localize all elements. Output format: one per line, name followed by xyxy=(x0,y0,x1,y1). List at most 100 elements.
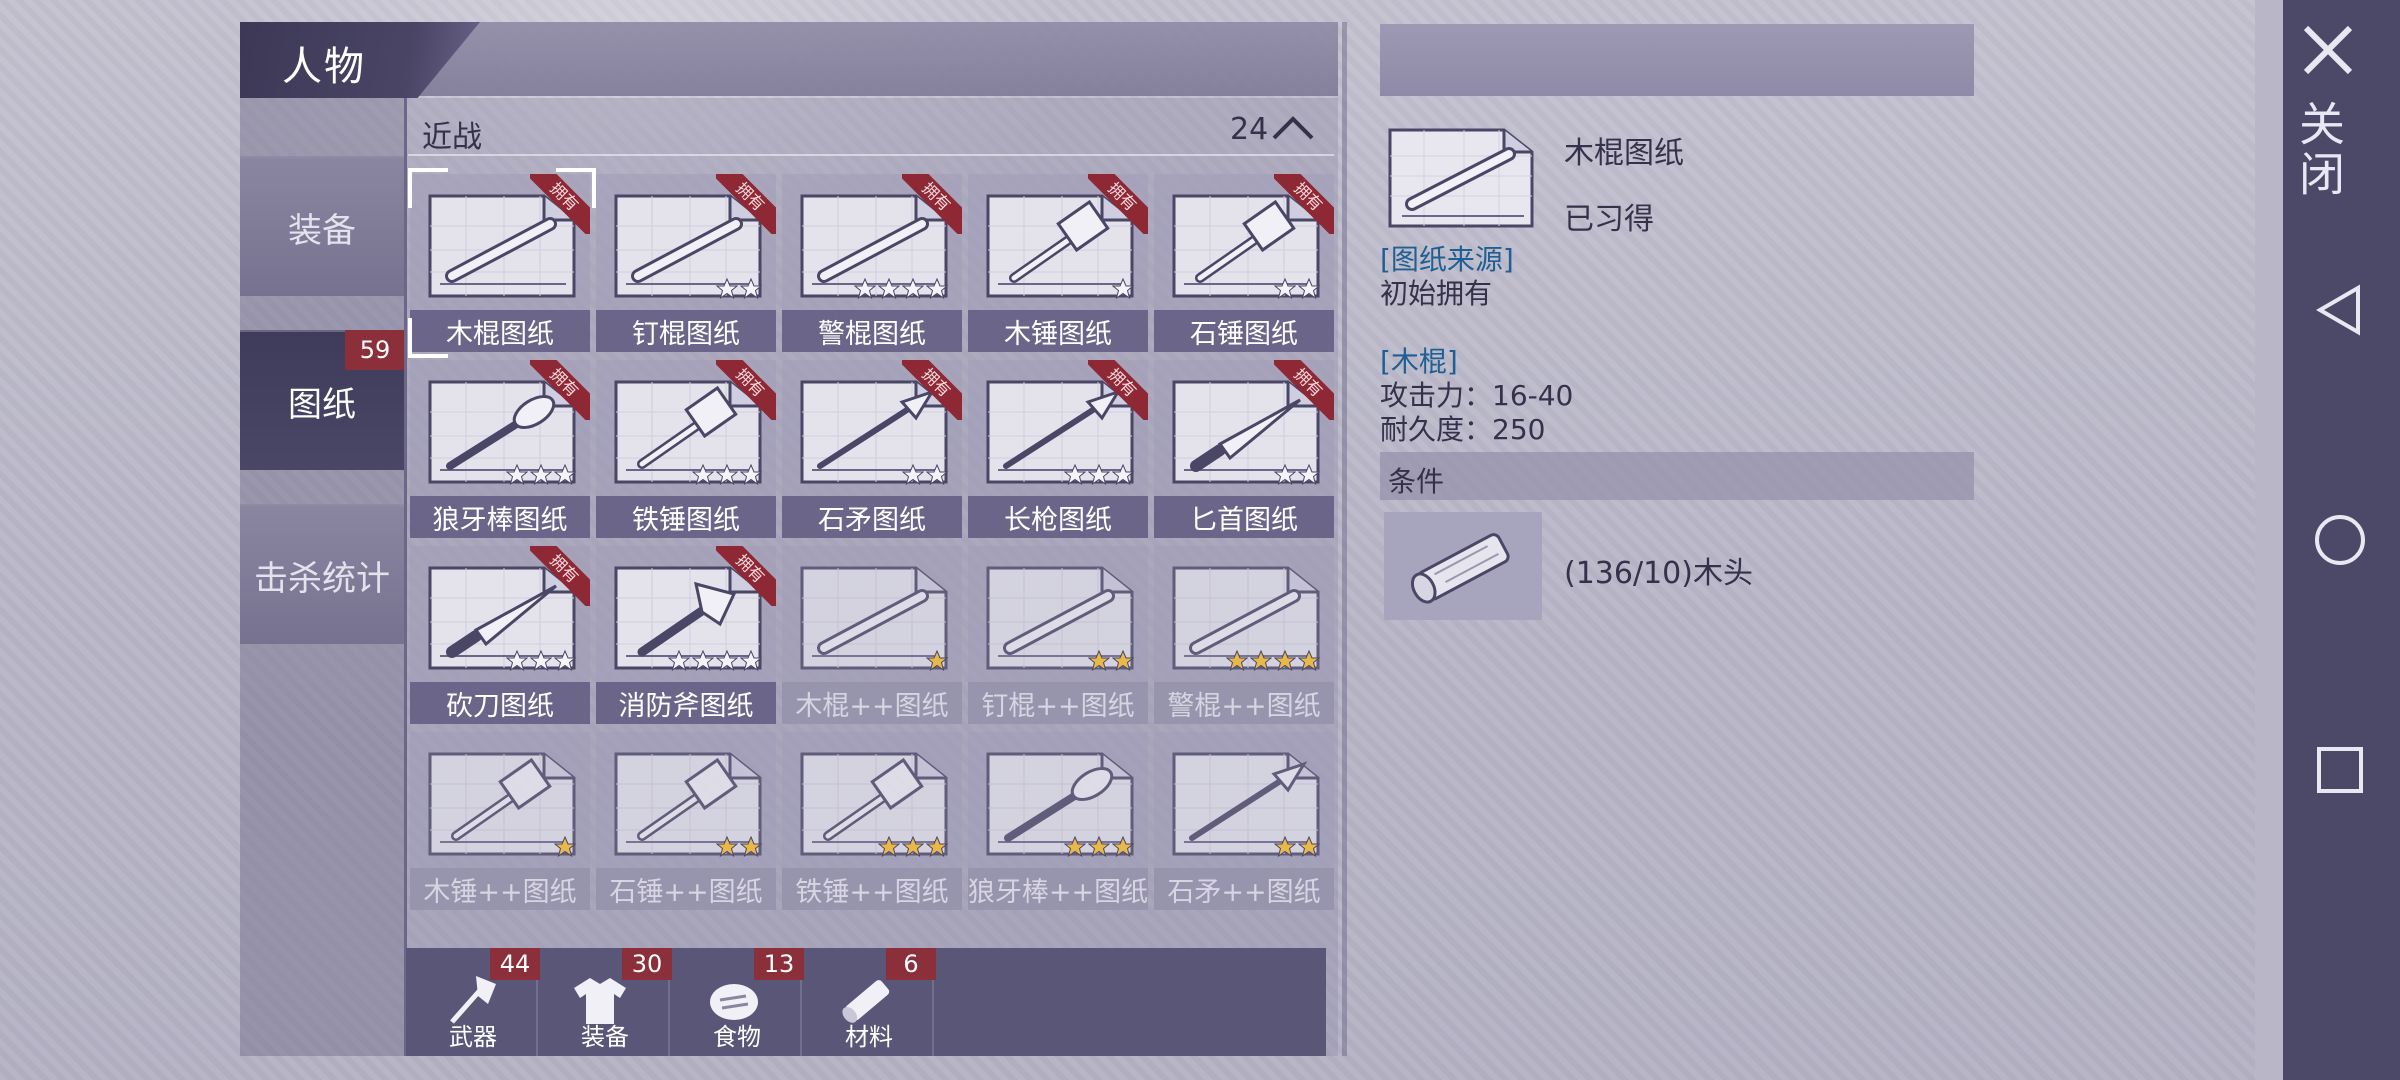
star-rating xyxy=(1274,464,1320,486)
owned-ribbon-label: 拥有 xyxy=(716,546,776,606)
side-tab-label: 图纸 xyxy=(288,384,356,425)
blueprint-cell[interactable]: 木锤++图纸 xyxy=(410,732,590,910)
bottom-tab-shirt[interactable]: 30 装备 xyxy=(540,948,672,1056)
side-tab-label: 击杀统计 xyxy=(254,558,390,599)
star-icon xyxy=(554,464,576,486)
side-tab-kill-stats[interactable]: 击杀统计 xyxy=(240,504,404,644)
star-icon xyxy=(506,650,528,672)
close-icon[interactable] xyxy=(2298,20,2358,80)
blueprint-cell[interactable]: 拥有砍刀图纸 xyxy=(410,546,590,724)
blueprint-label: 木棍++图纸 xyxy=(782,682,962,724)
owned-ribbon-label: 拥有 xyxy=(902,360,962,420)
star-rating xyxy=(926,650,948,672)
star-icon xyxy=(1088,464,1110,486)
star-icon xyxy=(878,836,900,858)
blueprint-label: 石锤++图纸 xyxy=(596,868,776,910)
log-icon xyxy=(1410,533,1510,604)
owned-ribbon-label: 拥有 xyxy=(530,546,590,606)
blueprint-cell[interactable]: 狼牙棒++图纸 xyxy=(968,732,1148,910)
owned-ribbon: 拥有 xyxy=(716,360,776,420)
star-icon xyxy=(530,464,552,486)
chevron-up-icon[interactable] xyxy=(1270,112,1316,142)
star-icon xyxy=(1088,836,1110,858)
star-icon xyxy=(1088,650,1110,672)
owned-ribbon-label: 拥有 xyxy=(1274,174,1334,234)
blueprint-label: 钉棍图纸 xyxy=(596,310,776,352)
blueprint-cell[interactable]: 木棍++图纸 xyxy=(782,546,962,724)
blueprint-cell[interactable]: 拥有 木棍图纸 xyxy=(410,174,590,352)
blueprint-cell[interactable]: 拥有铁锤图纸 xyxy=(596,360,776,538)
blueprint-cell[interactable]: 拥有 石锤图纸 xyxy=(1154,174,1334,352)
blueprint-cell[interactable]: 拥有 木锤图纸 xyxy=(968,174,1148,352)
home-icon[interactable] xyxy=(2312,512,2368,568)
condition-bar xyxy=(1380,452,1974,500)
star-rating xyxy=(1112,278,1134,300)
blueprint-cell[interactable]: 拥有 消防斧图纸 xyxy=(596,546,776,724)
blueprint-label: 长枪图纸 xyxy=(968,496,1148,538)
category-header[interactable] xyxy=(408,102,1334,156)
blueprint-cell[interactable]: 拥有 石矛图纸 xyxy=(782,360,962,538)
star-icon xyxy=(740,278,762,300)
blueprint-label: 砍刀图纸 xyxy=(410,682,590,724)
blueprint-cell[interactable]: 拥有钉棍图纸 xyxy=(596,174,776,352)
star-icon xyxy=(506,464,528,486)
star-icon xyxy=(1112,464,1134,486)
recents-icon[interactable] xyxy=(2312,742,2368,798)
owned-ribbon-label: 拥有 xyxy=(1088,174,1148,234)
star-rating xyxy=(716,278,762,300)
owned-ribbon: 拥有 xyxy=(716,174,776,234)
blueprint-cell[interactable]: 石矛++图纸 xyxy=(1154,732,1334,910)
bottom-tab-label: 装备 xyxy=(581,1023,629,1051)
blueprint-cell[interactable]: 警棍++图纸 xyxy=(1154,546,1334,724)
owned-ribbon: 拥有 xyxy=(530,360,590,420)
blueprint-cell[interactable]: 石锤++图纸 xyxy=(596,732,776,910)
owned-ribbon-label: 拥有 xyxy=(716,174,776,234)
star-icon xyxy=(1064,836,1086,858)
star-icon xyxy=(854,278,876,300)
blueprint-cell[interactable]: 钉棍++图纸 xyxy=(968,546,1148,724)
bottom-tab-log[interactable]: 6 材料 xyxy=(804,948,936,1056)
star-icon xyxy=(1298,650,1320,672)
bottom-tab-meat[interactable]: 13 食物 xyxy=(672,948,804,1056)
owned-ribbon: 拥有 xyxy=(1274,174,1334,234)
condition-label: 条件 xyxy=(1388,465,1445,498)
star-icon xyxy=(926,278,948,300)
back-icon[interactable] xyxy=(2312,282,2368,338)
blueprint-cell[interactable]: 拥有狼牙棒图纸 xyxy=(410,360,590,538)
star-rating xyxy=(716,836,762,858)
star-icon xyxy=(716,464,738,486)
star-icon xyxy=(1274,278,1296,300)
blueprint-cell[interactable]: 铁锤++图纸 xyxy=(782,732,962,910)
star-icon xyxy=(1298,836,1320,858)
blueprint-count-badge: 59 xyxy=(345,330,405,370)
star-icon xyxy=(1298,278,1320,300)
material-tile[interactable] xyxy=(1384,512,1542,620)
close-label[interactable]: 关闭 xyxy=(2292,100,2352,200)
owned-ribbon-label: 拥有 xyxy=(530,174,590,234)
star-rating xyxy=(1064,836,1134,858)
blueprint-label: 木锤++图纸 xyxy=(410,868,590,910)
blueprint-label: 铁锤图纸 xyxy=(596,496,776,538)
blueprint-cell[interactable]: 拥有 长枪图纸 xyxy=(968,360,1148,538)
blueprint-cell[interactable]: 拥有 匕首图纸 xyxy=(1154,360,1334,538)
bottom-tab-axe[interactable]: 44 武器 xyxy=(408,948,540,1056)
star-icon xyxy=(740,464,762,486)
star-rating xyxy=(506,464,576,486)
star-icon xyxy=(716,650,738,672)
star-icon xyxy=(878,278,900,300)
owned-ribbon: 拥有 xyxy=(1274,360,1334,420)
star-rating xyxy=(506,650,576,672)
star-rating xyxy=(1088,650,1134,672)
owned-ribbon-label: 拥有 xyxy=(716,360,776,420)
blueprint-cell[interactable]: 拥有 警棍图纸 xyxy=(782,174,962,352)
bottom-tab-count: 6 xyxy=(886,948,936,980)
star-rating xyxy=(692,464,762,486)
star-icon xyxy=(530,650,552,672)
owned-ribbon: 拥有 xyxy=(530,546,590,606)
star-icon xyxy=(554,650,576,672)
detail-wood-stick-icon xyxy=(1388,128,1534,228)
star-icon xyxy=(740,650,762,672)
side-tab-equipment[interactable]: 装备 xyxy=(240,156,404,296)
blueprint-label: 狼牙棒图纸 xyxy=(410,496,590,538)
star-icon xyxy=(902,464,924,486)
